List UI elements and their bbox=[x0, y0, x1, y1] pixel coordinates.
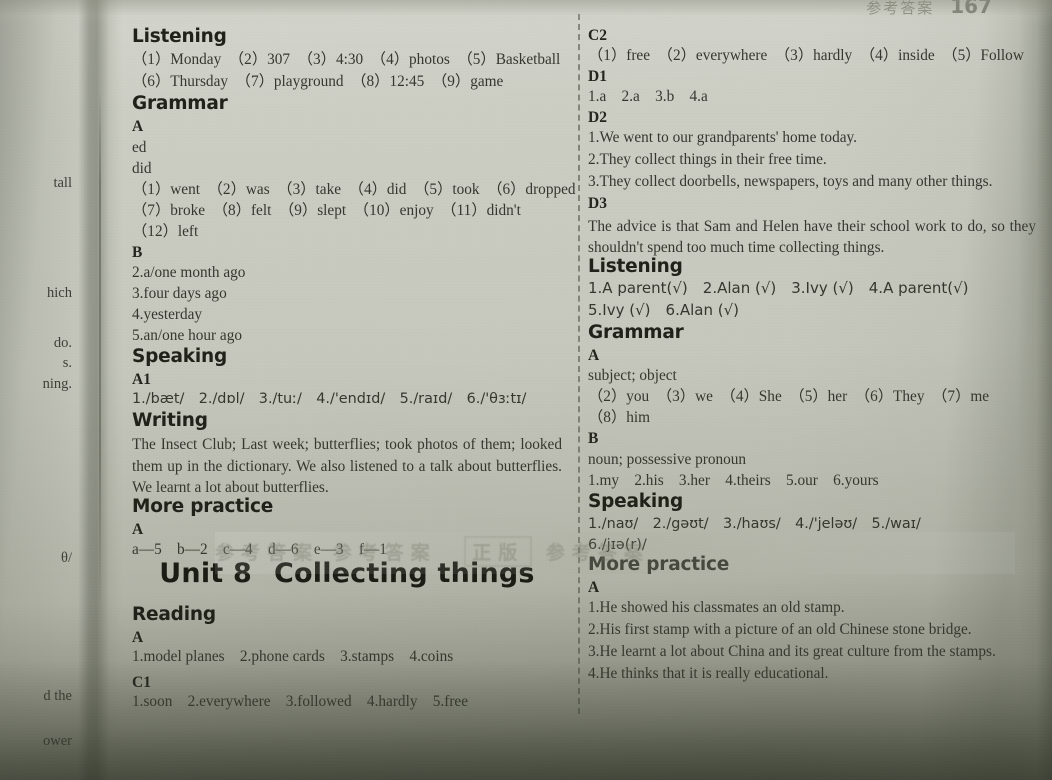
grammar-b-line: 3.four days ago bbox=[132, 285, 227, 302]
more-practice-answer-line: 1.He showed his classmates an old stamp. bbox=[588, 599, 845, 616]
d2-answer-line: 2.They collect things in their free time… bbox=[588, 151, 827, 168]
more-practice-answer-line: 2.His first stamp with a picture of an o… bbox=[588, 621, 972, 638]
column-divider bbox=[578, 14, 580, 714]
textbook-page-photo: 参考答案 167 tall hich do. s. ning. θ/ d the… bbox=[0, 0, 1052, 780]
adjacent-text-fragment: ower bbox=[43, 733, 72, 749]
reading-a-line: 1.model planes 2.phone cards 3.stamps 4.… bbox=[132, 648, 454, 665]
grammar-a-line: （8）him bbox=[588, 409, 651, 426]
adjacent-text-fragment: θ/ bbox=[61, 550, 72, 566]
page-number: 167 bbox=[950, 0, 992, 18]
section-c2-label: C2 bbox=[588, 27, 607, 44]
grammar-a-line: did bbox=[132, 160, 152, 177]
speaking-ipa-line: 1./naʊ/ 2./gəʊt/ 3./haʊs/ 4./'jeləʊ/ 5./… bbox=[588, 516, 921, 532]
more-practice-answer-line: 4.He thinks that it is really educationa… bbox=[588, 665, 829, 682]
heading-writing: Writing bbox=[132, 410, 208, 431]
heading-speaking-right: Speaking bbox=[588, 491, 684, 512]
unit-name: Collecting things bbox=[273, 558, 535, 589]
more-practice-part-label: A bbox=[588, 579, 600, 596]
grammar-a-line: ed bbox=[132, 139, 147, 156]
section-d2-label: D2 bbox=[588, 109, 607, 126]
writing-answer-paragraph: The Insect Club; Last week; butterflies;… bbox=[132, 436, 562, 497]
heading-more-practice-right: More practice bbox=[588, 554, 730, 575]
running-head: 参考答案 167 bbox=[866, 0, 992, 18]
d1-answers-line: 1.a 2.a 3.b 4.a bbox=[588, 88, 708, 105]
heading-grammar-left: Grammar bbox=[132, 93, 228, 114]
grammar-a-line: （12）left bbox=[132, 223, 199, 240]
unit-title: Unit 8 Collecting things bbox=[132, 560, 562, 587]
running-head-chinese: 参考答案 bbox=[866, 0, 935, 17]
grammar-a-line: （2）you （3）we （4）She （5）her （6）They （7）me bbox=[588, 388, 990, 405]
listening-answers-line: （1）Monday （2）307 （3）4:30 （4）photos （5）Ba… bbox=[132, 51, 561, 68]
grammar-a-line: （7）broke （8）felt （9）slept （10）enjoy （11）… bbox=[132, 202, 521, 219]
section-d3-label: D3 bbox=[588, 195, 607, 212]
heading-speaking-left: Speaking bbox=[132, 346, 228, 367]
heading-more-practice-left: More practice bbox=[132, 496, 274, 517]
adjacent-text-fragment: ning. bbox=[42, 376, 72, 392]
reading-part-a-label: A bbox=[132, 629, 144, 646]
heading-grammar-right: Grammar bbox=[588, 322, 684, 343]
reading-c1-line: 1.soon 2.everywhere 3.followed 4.hardly … bbox=[132, 693, 469, 710]
d2-answer-line: 3.They collect doorbells, newspapers, to… bbox=[588, 173, 993, 190]
c2-answers-line: （1）free （2）everywhere （3）hardly （4）insid… bbox=[588, 47, 1024, 64]
speaking-ipa-line: 1./bæt/ 2./dɒl/ 3./tuː/ 4./'endɪd/ 5./ra… bbox=[132, 391, 527, 407]
heading-listening-right: Listening bbox=[588, 256, 683, 277]
grammar-part-a-label: A bbox=[588, 347, 600, 364]
grammar-b-line: noun; possessive pronoun bbox=[588, 451, 747, 468]
listening-answers-line: （6）Thursday （7）playground （8）12:45 （9）ga… bbox=[132, 73, 504, 90]
grammar-a-line: subject; object bbox=[588, 367, 677, 384]
unit-number: Unit 8 bbox=[159, 558, 252, 589]
adjacent-text-fragment: d the bbox=[43, 688, 72, 704]
grammar-part-b-label: B bbox=[588, 430, 599, 447]
grammar-b-line: 2.a/one month ago bbox=[132, 264, 246, 281]
heading-reading: Reading bbox=[132, 604, 216, 625]
grammar-b-line: 4.yesterday bbox=[132, 306, 203, 323]
grammar-a-line: （1）went （2）was （3）take （4）did （5）took （6… bbox=[132, 181, 576, 198]
adjacent-text-fragment: hich bbox=[47, 285, 72, 301]
grammar-part-b-label: B bbox=[132, 244, 143, 261]
speaking-part-label: A1 bbox=[132, 371, 151, 388]
adjacent-page-fragment: tall hich do. s. ning. θ/ d the ower bbox=[0, 0, 78, 780]
adjacent-text-fragment: do. bbox=[53, 335, 72, 351]
speaking-ipa-line: 6./jɪə(r)/ bbox=[588, 537, 647, 553]
grammar-part-a-label: A bbox=[132, 118, 144, 135]
listening-answers-line: 5.Ivy (√) 6.Alan (√) bbox=[588, 301, 739, 319]
grammar-b-line: 5.an/one hour ago bbox=[132, 327, 243, 344]
adjacent-text-fragment: s. bbox=[62, 355, 72, 371]
grammar-b-line: 1.my 2.his 3.her 4.theirs 5.our 6.yours bbox=[588, 472, 879, 489]
section-d1-label: D1 bbox=[588, 68, 607, 85]
reading-part-c1-label: C1 bbox=[132, 674, 151, 691]
heading-listening-left: Listening bbox=[132, 26, 227, 47]
d3-answer-paragraph: The advice is that Sam and Helen have th… bbox=[588, 218, 1036, 257]
more-practice-answer-line: 3.He learnt a lot about China and its gr… bbox=[588, 643, 996, 660]
listening-answers-line: 1.A parent(√) 2.Alan (√) 3.Ivy (√) 4.A p… bbox=[588, 279, 969, 297]
more-practice-part-label: A bbox=[132, 521, 144, 538]
adjacent-text-fragment: tall bbox=[53, 175, 72, 191]
more-practice-matching-line: a—5 b—2 c—4 d—6 e—3 f—1 bbox=[132, 541, 387, 558]
d2-answer-line: 1.We went to our grandparents' home toda… bbox=[588, 129, 858, 146]
